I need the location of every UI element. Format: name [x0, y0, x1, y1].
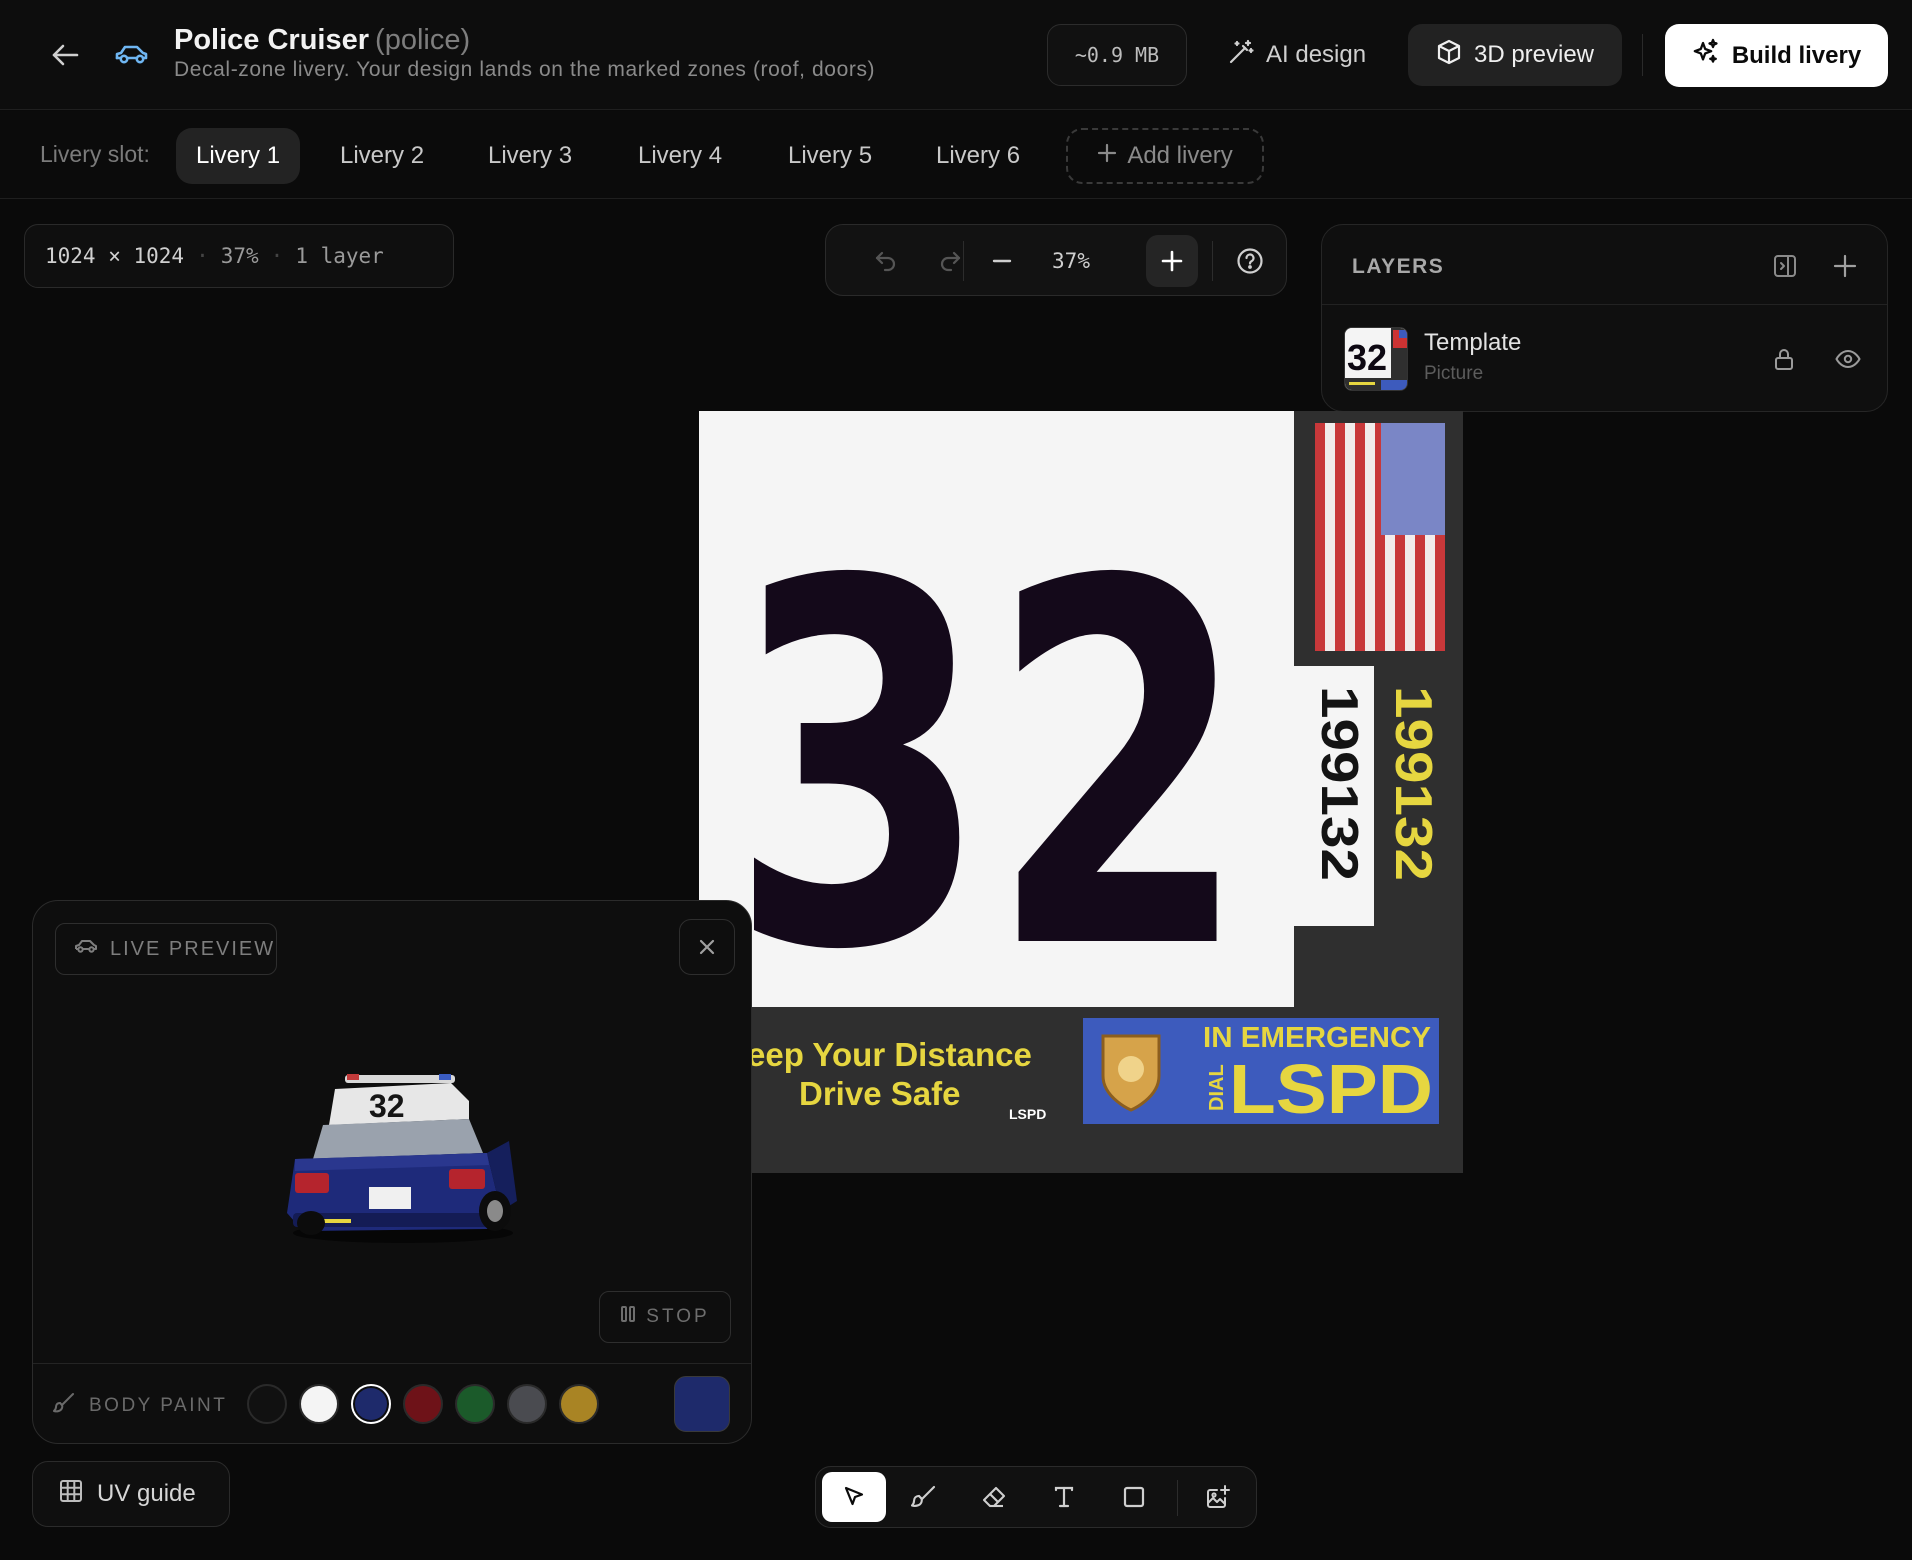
zoom-divider	[963, 241, 964, 281]
separator-dot: ·	[196, 244, 209, 268]
brush-tool-icon[interactable]	[892, 1472, 956, 1522]
us-flag	[1315, 423, 1445, 651]
top-header: Police Cruiser (police) Decal-zone livery…	[0, 0, 1912, 110]
paint-swatch-black[interactable]	[247, 1384, 287, 1424]
layer-row[interactable]: 32 Template Picture	[1322, 305, 1887, 413]
big-number: 32	[729, 477, 1249, 1059]
canvas-layer-count: 1 layer	[295, 244, 384, 268]
layers-title: LAYERS	[1352, 255, 1445, 278]
slogan-line-1: eep Your Distance	[747, 1036, 1032, 1073]
live-preview-label: LIVE PREVIEW	[110, 937, 276, 960]
help-icon[interactable]	[1224, 235, 1276, 287]
layer-type: Picture	[1424, 363, 1484, 384]
sparkles-icon	[1692, 38, 1720, 73]
select-tool-icon[interactable]	[822, 1472, 886, 1522]
livery-texture-canvas[interactable]: 32 199132 199132 eep Your Distance Drive…	[699, 411, 1463, 1173]
zoom-level: 37%	[1052, 249, 1090, 273]
zoom-in-button[interactable]	[1146, 235, 1198, 287]
tab-livery-3[interactable]: Livery 3	[468, 128, 592, 184]
toolbar-divider	[1177, 1480, 1178, 1516]
vehicle-title: Police Cruiser	[174, 24, 370, 56]
stop-rotation-button[interactable]: STOP	[599, 1291, 731, 1343]
cube-icon	[1436, 39, 1462, 72]
ai-design-label: AI design	[1266, 41, 1367, 68]
plate-number-yellow: 199132	[1384, 686, 1442, 881]
zoom-divider	[1212, 241, 1213, 281]
live-preview-tag: LIVE PREVIEW	[55, 923, 277, 975]
magic-wand-icon	[1228, 39, 1254, 72]
layer-thumb-number: 32	[1347, 337, 1387, 378]
panel-collapse-icon[interactable]	[1768, 249, 1802, 283]
car-icon	[74, 937, 98, 961]
vehicle-slug: (police)	[375, 24, 471, 56]
file-size-badge: ~0.9 MB	[1047, 24, 1187, 86]
back-arrow-icon[interactable]	[46, 36, 84, 74]
paint-swatch-blue[interactable]	[351, 1384, 391, 1424]
canvas-dimensions: 1024 × 1024	[45, 244, 185, 268]
lock-icon[interactable]	[1768, 343, 1800, 375]
text-tool-icon[interactable]	[1032, 1472, 1096, 1522]
layer-name: Template	[1424, 329, 1522, 356]
close-icon[interactable]	[679, 919, 735, 975]
plate-number-black: 199132	[1310, 686, 1368, 881]
eraser-tool-icon[interactable]	[962, 1472, 1026, 1522]
paint-brush-icon	[53, 1392, 75, 1420]
tab-livery-5[interactable]: Livery 5	[768, 128, 892, 184]
tool-bar	[815, 1466, 1257, 1528]
build-livery-button[interactable]: Build livery	[1665, 24, 1888, 87]
emergency-big: LSPD	[1229, 1050, 1433, 1128]
paint-swatch-white[interactable]	[299, 1384, 339, 1424]
zoom-toolbar: 37%	[825, 224, 1287, 296]
undo-icon[interactable]	[860, 235, 912, 287]
layer-thumbnail: 32	[1344, 327, 1408, 391]
vehicle-subtitle: Decal-zone livery. Your design lands on …	[174, 58, 876, 81]
paint-swatch-red[interactable]	[403, 1384, 443, 1424]
ai-design-button[interactable]: AI design	[1210, 24, 1384, 86]
3d-preview-label: 3D preview	[1473, 41, 1595, 68]
3d-preview-button[interactable]: 3D preview	[1408, 24, 1622, 86]
tab-livery-2[interactable]: Livery 2	[320, 128, 444, 184]
body-paint-bar: BODY PAINT	[33, 1363, 751, 1443]
pause-icon	[620, 1305, 636, 1329]
tab-livery-1[interactable]: Livery 1	[176, 128, 301, 184]
livery-slot-label: Livery slot:	[40, 141, 150, 167]
body-paint-label: BODY PAINT	[89, 1395, 228, 1416]
tab-livery-6[interactable]: Livery 6	[916, 128, 1040, 184]
custom-color-picker[interactable]	[674, 1376, 730, 1432]
eye-icon[interactable]	[1832, 343, 1864, 375]
canvas-info-badge: 1024 × 1024 · 37% · 1 layer	[24, 224, 454, 288]
3d-car-model[interactable]: 32	[273, 1061, 533, 1251]
uv-guide-label: UV guide	[97, 1480, 196, 1507]
paint-swatch-gray[interactable]	[507, 1384, 547, 1424]
add-livery-button[interactable]: Add livery	[1066, 128, 1264, 184]
paint-swatch-green[interactable]	[455, 1384, 495, 1424]
emergency-panel: IN EMERGENCY DIAL LSPD	[1083, 1018, 1439, 1128]
tab-livery-4[interactable]: Livery 4	[618, 128, 742, 184]
grid-icon	[59, 1479, 83, 1510]
add-livery-label: Add livery	[1127, 142, 1233, 169]
uv-guide-button[interactable]: UV guide	[32, 1461, 230, 1527]
zoom-out-button[interactable]	[976, 235, 1028, 287]
shape-tool-icon[interactable]	[1102, 1472, 1166, 1522]
live-preview-panel: LIVE PREVIEW 32 STOP BODY PAINT	[32, 900, 752, 1444]
header-divider	[1642, 34, 1643, 76]
separator-dot: ·	[270, 244, 284, 268]
build-livery-label: Build livery	[1731, 41, 1862, 69]
slogan-tag: LSPD	[1009, 1106, 1046, 1122]
emergency-dial: DIAL	[1206, 1064, 1228, 1111]
layers-panel: LAYERS 32 Template Picture	[1321, 224, 1888, 412]
layers-header: LAYERS	[1322, 225, 1887, 305]
body-paint-label-group: BODY PAINT	[53, 1392, 227, 1420]
add-layer-icon[interactable]	[1828, 249, 1862, 283]
livery-slot-bar: Livery slot: Livery 1 Livery 2 Livery 3 …	[0, 111, 1912, 199]
canvas-zoom: 37%	[220, 244, 259, 268]
roof-number: 32	[369, 1088, 405, 1124]
stop-label: STOP	[646, 1306, 710, 1327]
car-icon	[114, 40, 152, 70]
plus-icon	[1097, 142, 1117, 170]
paint-swatch-gold[interactable]	[559, 1384, 599, 1424]
add-image-tool-icon[interactable]	[1186, 1472, 1250, 1522]
redo-icon[interactable]	[924, 235, 976, 287]
slogan-line-2: Drive Safe	[799, 1075, 960, 1112]
